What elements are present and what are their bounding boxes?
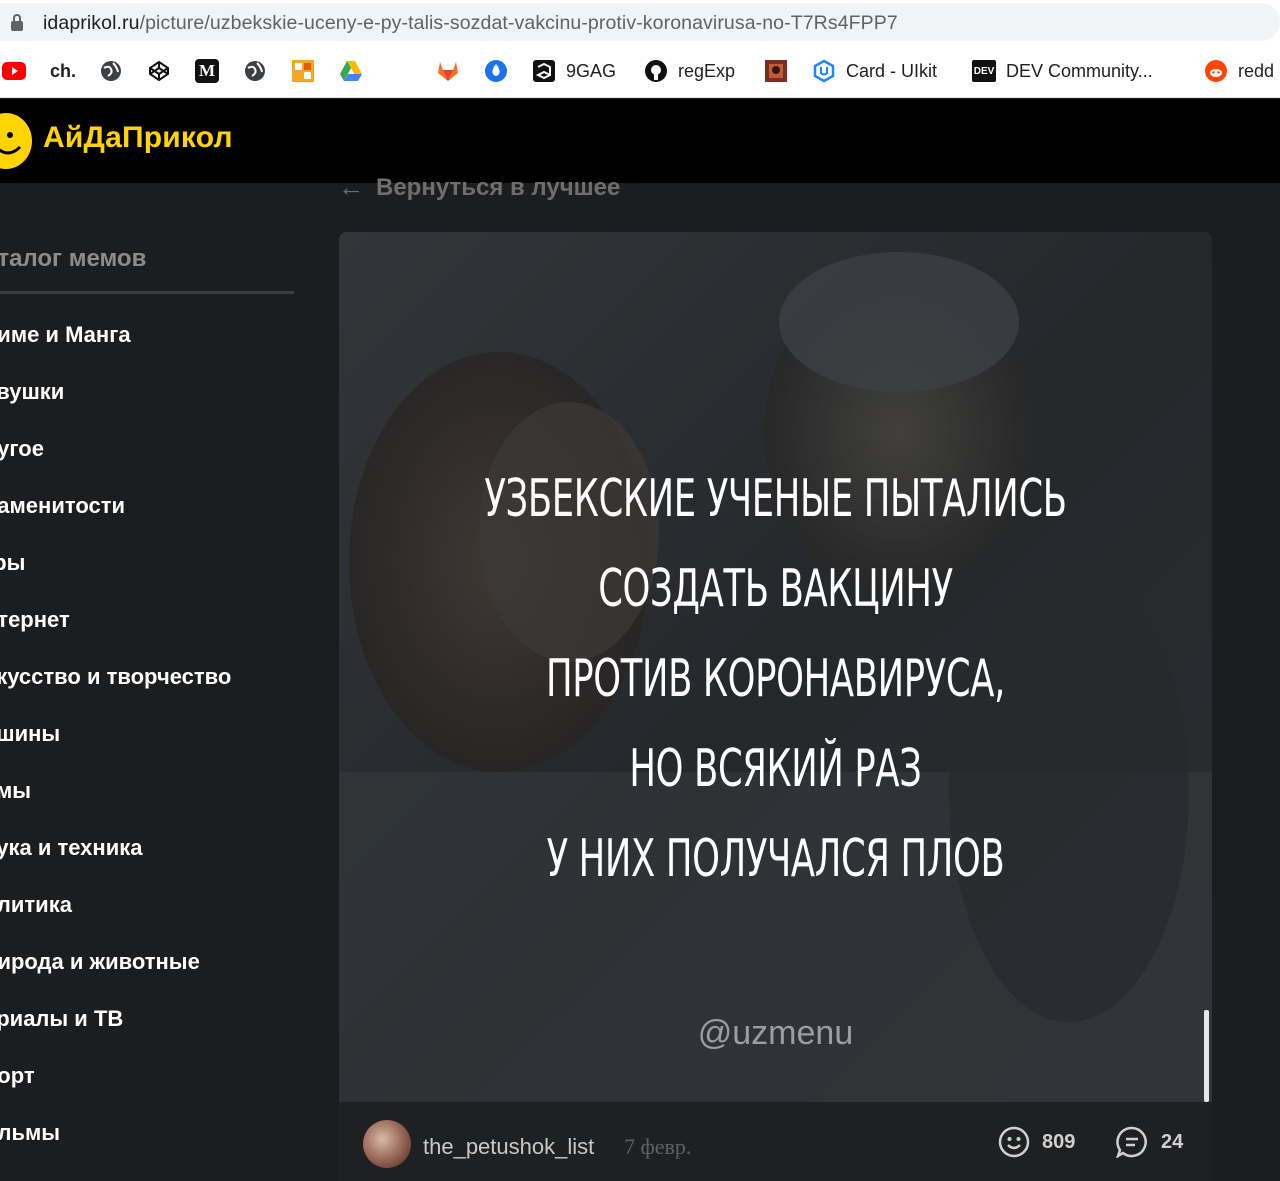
bookmark-label: ch. [50, 60, 77, 81]
sidebar-item-art[interactable]: скусство и творчество [0, 664, 231, 690]
sidebar-item-nature[interactable]: рирода и животные [0, 949, 200, 975]
reddit-icon [1204, 59, 1228, 83]
back-to-best-link[interactable]: ← Вернуться в лучшее [338, 172, 620, 203]
sidebar-item-sport[interactable]: порт [0, 1063, 35, 1089]
caption-line: У НИХ ПОЛУЧАЛСЯ ПЛОВ [546, 829, 1005, 889]
caption-line: СОЗДАТЬ ВАКЦИНУ [598, 559, 953, 619]
caption-line: НО ВСЯКИЙ РАЗ [629, 739, 922, 799]
post-footer: the_petushok_list 7 февр. 809 24 [339, 1102, 1212, 1181]
address-bar[interactable]: idaprikol.ru/picture/uzbekskie-uceny-e-p… [0, 3, 1280, 41]
sidebar-item-politics[interactable]: олитика [0, 892, 72, 918]
bookmarks-bar: ch. M 9GAG regExp Card - UIkit DEV DEV C… [0, 46, 1280, 98]
bookmark-youtube[interactable] [2, 58, 26, 84]
youtube-icon [2, 59, 26, 83]
bookmark-globe-1[interactable] [99, 58, 123, 84]
url-path: /picture/uzbekskie-uceny-e-py-talis-sozd… [139, 12, 898, 34]
bookmark-label: DEV Community... [1006, 60, 1153, 81]
comments-button[interactable]: 24 [1115, 1126, 1183, 1158]
sidebar-item-movies[interactable]: ильмы [0, 1120, 60, 1146]
sidebar-item-tv[interactable]: ериалы и ТВ [0, 1006, 123, 1032]
uikit-icon [812, 59, 836, 83]
bookmark-github-regexp[interactable]: regExp [644, 58, 735, 84]
bookmark-label: Card - UIkit [846, 60, 938, 81]
image-scrollbar[interactable] [1204, 1010, 1209, 1102]
bookmark-globe-2[interactable] [243, 58, 267, 84]
bookmark-reddit[interactable]: redd [1204, 58, 1274, 84]
author-name[interactable]: the_petushok_list [423, 1134, 594, 1160]
sidebar-item-girls[interactable]: евушки [0, 379, 64, 405]
catalog-divider [0, 291, 294, 294]
comment-count: 24 [1161, 1130, 1184, 1153]
bookmark-drop[interactable] [484, 58, 508, 84]
author-avatar[interactable] [363, 1120, 411, 1168]
catalog-sidebar: аталог мемов ниме и Манга евушки ругое н… [0, 183, 310, 1181]
grid-icon [291, 59, 315, 83]
catalog-title: аталог мемов [0, 245, 147, 272]
site-logo-text[interactable]: АйДаПрикол [43, 121, 233, 155]
meme-caption: УЗБЕКСКИЕ УЧЕНЫЕ ПЫТАЛИСЬ СОЗДАТЬ ВАКЦИН… [339, 454, 1212, 904]
image-icon [764, 59, 788, 83]
bookmark-label: regExp [678, 60, 736, 81]
bookmark-grid[interactable] [291, 58, 315, 84]
sidebar-item-internet[interactable]: нтернет [0, 607, 70, 633]
site-header: АйДаПрикол [0, 99, 1280, 183]
globe-icon [99, 59, 123, 83]
sidebar-item-other[interactable]: ругое [0, 436, 44, 462]
bookmark-uikit[interactable]: Card - UIkit [812, 58, 937, 84]
bookmark-label: 9GAG [566, 60, 617, 81]
drop-icon [484, 59, 508, 83]
bookmark-label: redd [1238, 60, 1275, 81]
gitlab-icon [436, 59, 460, 83]
sidebar-item-anime[interactable]: ниме и Манга [0, 322, 131, 348]
medium-icon: M [195, 59, 219, 83]
like-button[interactable]: 809 [998, 1126, 1075, 1158]
post-date: 7 февр. [624, 1134, 692, 1159]
bookmark-9gag[interactable]: 9GAG [532, 58, 616, 84]
caption-line: УЗБЕКСКИЕ УЧЕНЫЕ ПЫТАЛИСЬ [484, 469, 1067, 529]
bookmark-dev[interactable]: DEV DEV Community... [972, 58, 1153, 84]
address-bar-container: idaprikol.ru/picture/uzbekskie-uceny-e-p… [0, 0, 1280, 46]
sidebar-item-games[interactable]: гры [0, 550, 25, 576]
smile-icon [998, 1126, 1030, 1158]
comment-icon [1116, 1126, 1147, 1158]
bookmark-codepen[interactable] [147, 58, 171, 84]
bookmark-medium[interactable]: M [195, 58, 219, 84]
like-count: 809 [1042, 1130, 1076, 1153]
bookmark-drive[interactable] [339, 58, 363, 84]
github-icon [644, 59, 668, 83]
arrow-left-icon: ← [338, 172, 364, 202]
caption-line: ПРОТИВ КОРОНАВИРУСА, [545, 649, 1006, 709]
sidebar-item-science[interactable]: аука и техника [0, 835, 142, 861]
globe-icon [243, 59, 267, 83]
drive-icon [339, 59, 363, 83]
url-text[interactable]: idaprikol.ru/picture/uzbekskie-uceny-e-p… [43, 12, 898, 35]
lock-icon [11, 14, 23, 31]
meme-card: УЗБЕКСКИЕ УЧЕНЫЕ ПЫТАЛИСЬ СОЗДАТЬ ВАКЦИН… [339, 232, 1212, 1181]
smiley-logo-icon[interactable] [0, 113, 32, 169]
back-link-label: Вернуться в лучшее [376, 173, 621, 201]
meme-image[interactable]: УЗБЕКСКИЕ УЧЕНЫЕ ПЫТАЛИСЬ СОЗДАТЬ ВАКЦИН… [339, 232, 1212, 1102]
dev-icon: DEV [972, 60, 996, 82]
bookmark-gitlab[interactable] [436, 58, 460, 84]
meme-watermark: @uzmenu [697, 1014, 854, 1052]
sidebar-item-celebrities[interactable]: наменитости [0, 493, 125, 519]
url-host: idaprikol.ru [43, 12, 140, 34]
sidebar-item-cars[interactable]: ашины [0, 721, 60, 747]
codepen-icon [147, 59, 171, 83]
9gag-icon [532, 59, 556, 83]
sidebar-item-memes[interactable]: емы [0, 778, 31, 804]
bookmark-ch[interactable]: ch. [50, 58, 76, 84]
bookmark-image[interactable] [764, 58, 788, 84]
